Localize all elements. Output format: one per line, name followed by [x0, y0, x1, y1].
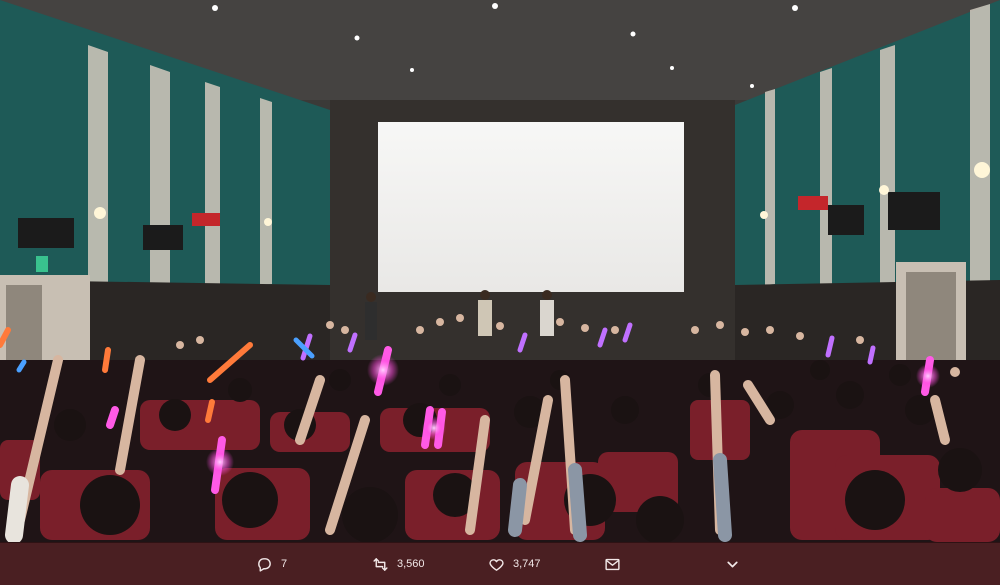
reply-button[interactable]: 7 [256, 543, 287, 585]
reply-count: 7 [281, 558, 288, 570]
heart-icon [488, 556, 505, 573]
like-button[interactable]: 3,747 [488, 543, 541, 585]
cinema-screen [378, 122, 684, 292]
chevron-down-icon [724, 556, 741, 573]
envelope-icon [604, 556, 621, 573]
retweet-button[interactable]: 3,560 [372, 543, 425, 585]
retweet-count: 3,560 [397, 558, 425, 570]
like-count: 3,747 [513, 558, 541, 570]
more-options-button[interactable] [724, 543, 741, 585]
reply-bubble-icon [256, 556, 273, 573]
direct-message-button[interactable] [604, 543, 621, 585]
tweet-photo[interactable] [0, 0, 1000, 542]
retweet-icon [372, 556, 389, 573]
tweet-action-bar: 7 3,560 3,747 [0, 542, 1000, 585]
